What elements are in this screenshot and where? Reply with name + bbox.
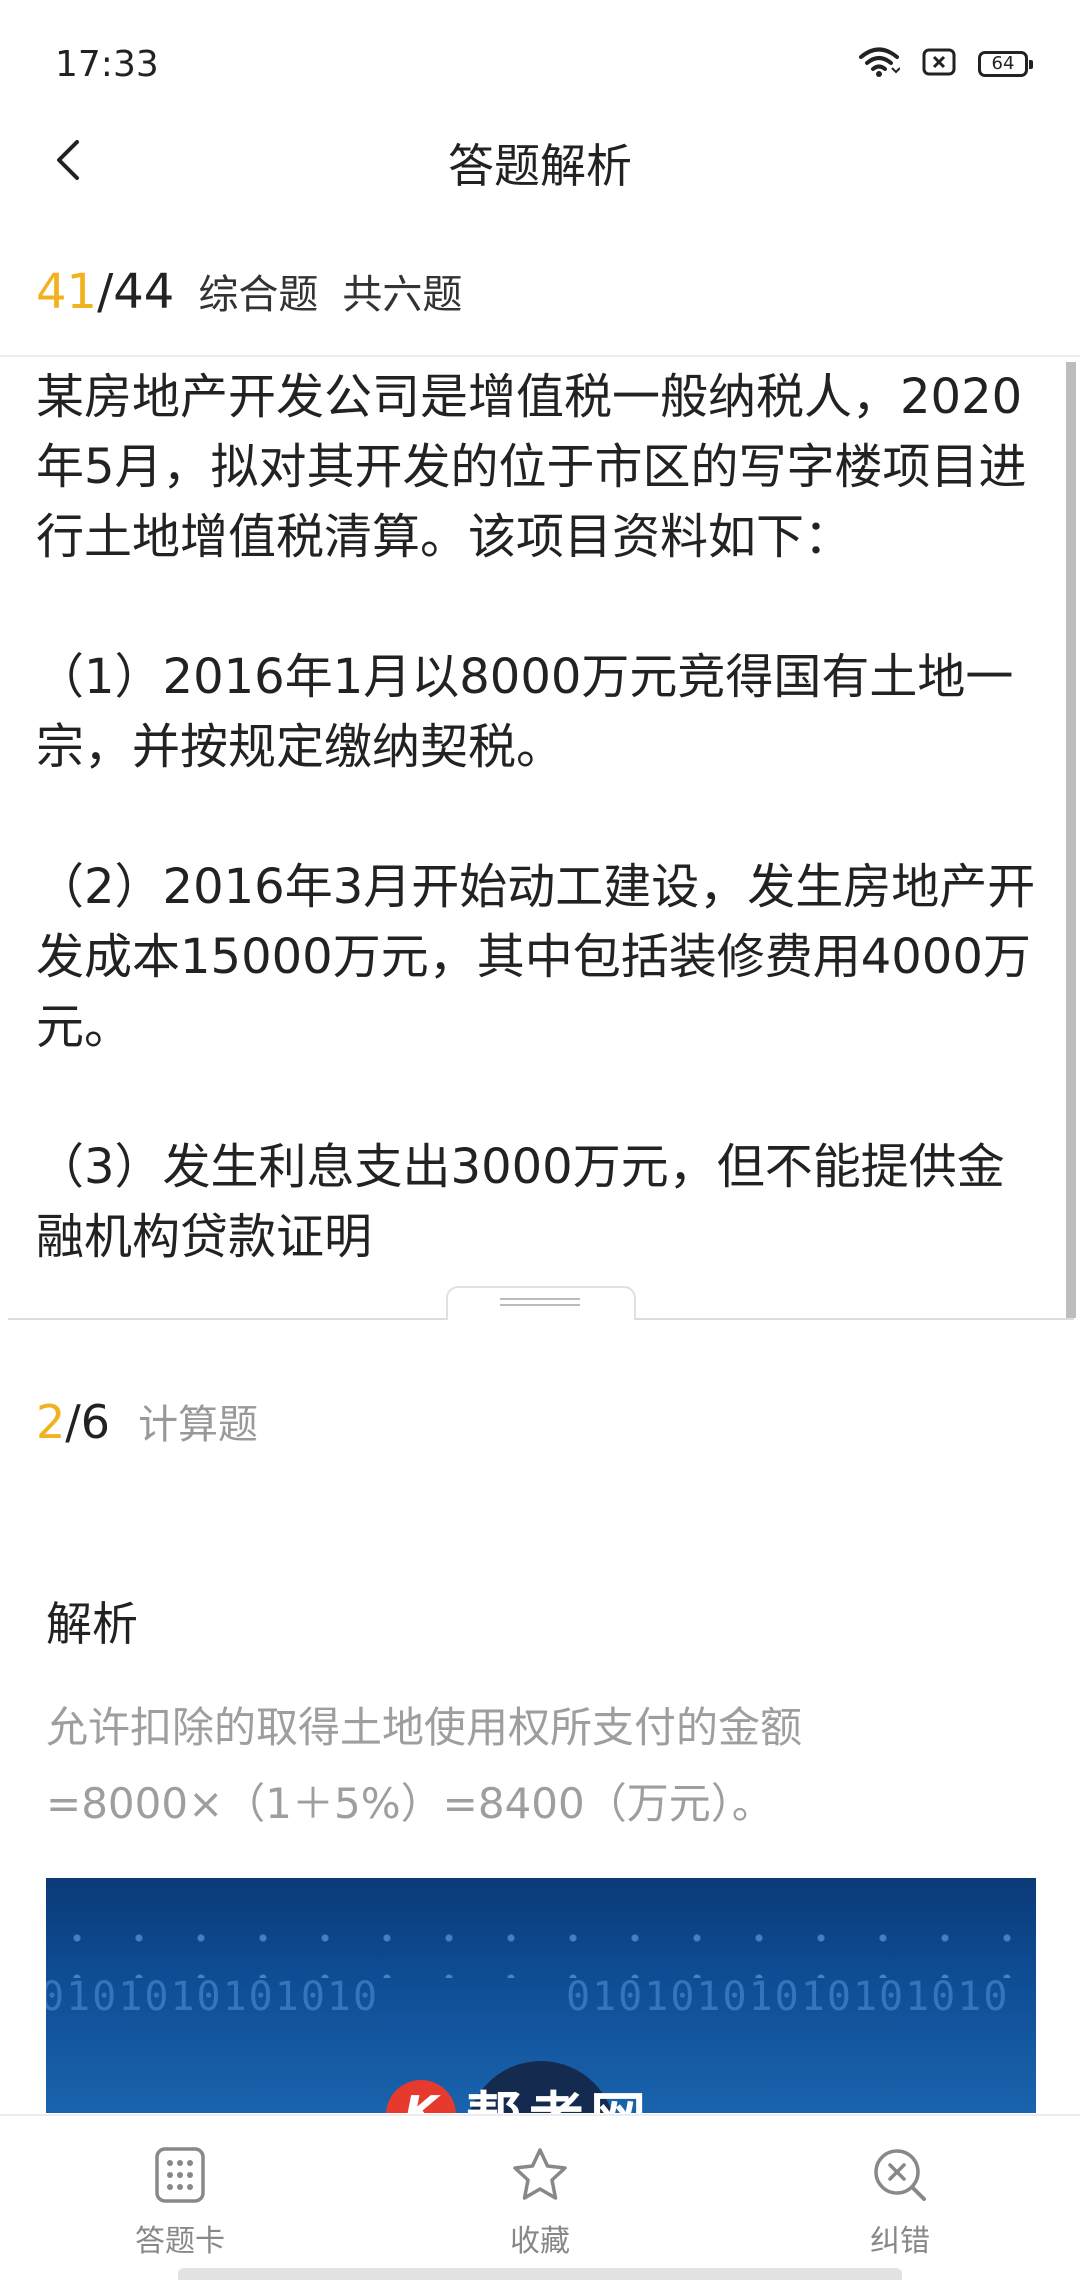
sub-progress-separator: / [65, 1395, 81, 1449]
analysis-line: =8000×（1＋5%）=8400（万元）。 [46, 1779, 774, 1828]
sub-question-type: 计算题 [138, 1402, 259, 1448]
home-indicator[interactable] [178, 2268, 902, 2280]
tab-report-error[interactable]: 纠错 [800, 2146, 1000, 2260]
scrollbar[interactable] [1066, 362, 1076, 1318]
battery-icon: 64 [978, 51, 1033, 77]
progress-current: 41 [36, 264, 98, 320]
answer-card-icon [155, 2147, 205, 2203]
stem-paragraph: （3）发生利息支出3000万元，但不能提供金融机构贷款证明 [36, 1139, 1005, 1265]
stem-paragraph: （1）2016年1月以8000万元竞得国有土地一宗，并按规定缴纳契税。 [36, 649, 1014, 775]
ad-banner[interactable]: 0101010101010 01010101010101010 K 帮考网 [46, 1878, 1036, 2113]
progress-total: 44 [113, 264, 175, 320]
status-time: 17:33 [55, 44, 159, 85]
banner-logo-text: 帮考网 [466, 2074, 652, 2113]
tab-label: 答题卡 [135, 2224, 225, 2259]
question-type: 综合题 [198, 272, 319, 318]
banner-binary-right: 01010101010101010 [566, 1974, 1010, 2020]
tab-favorite[interactable]: 收藏 [440, 2146, 640, 2260]
sim-blocked-icon [922, 48, 956, 80]
sub-question-progress: 2 / 6 计算题 [36, 1392, 258, 1450]
tab-answer-card[interactable]: 答题卡 [80, 2146, 280, 2260]
drag-handle[interactable] [446, 1286, 636, 1320]
analysis-line: 允许扣除的取得土地使用权所支付的金额 [46, 1703, 803, 1752]
sub-progress-total: 6 [80, 1395, 111, 1449]
analysis-title: 解析 [46, 1597, 138, 1651]
status-icons: 64 [858, 46, 1033, 82]
banner-dots [46, 1918, 1036, 1978]
star-icon [513, 2148, 567, 2200]
divider [0, 355, 1080, 357]
stem-paragraph: （2）2016年3月开始动工建设，发生房地产开发成本15000万元，其中包括装修… [36, 859, 1036, 1055]
report-error-icon [874, 2149, 926, 2201]
tab-label: 收藏 [510, 2224, 570, 2259]
header: 答题解析 [0, 110, 1080, 210]
tab-label: 纠错 [870, 2224, 930, 2259]
wifi-icon [858, 46, 901, 82]
question-progress: 41 / 44 综合题 共六题 [36, 262, 462, 320]
progress-separator: / [97, 264, 114, 320]
sub-progress-current: 2 [36, 1395, 66, 1449]
stem-paragraph: 某房地产开发公司是增值税一般纳税人，2020年5月，拟对其开发的位于市区的写字楼… [36, 369, 1027, 565]
bottom-tab-bar: 答题卡 收藏 纠错 [0, 2114, 1080, 2280]
analysis-text: 允许扣除的取得土地使用权所支付的金额 =8000×（1＋5%）=8400（万元）… [46, 1690, 1036, 1842]
question-stem[interactable]: 某房地产开发公司是增值税一般纳税人，2020年5月，拟对其开发的位于市区的写字楼… [36, 362, 1036, 1318]
question-count: 共六题 [342, 272, 463, 318]
page-title: 答题解析 [448, 139, 632, 193]
banner-binary-left: 0101010101010 [46, 1974, 380, 2020]
banner-logo-mark: K [386, 2080, 456, 2113]
